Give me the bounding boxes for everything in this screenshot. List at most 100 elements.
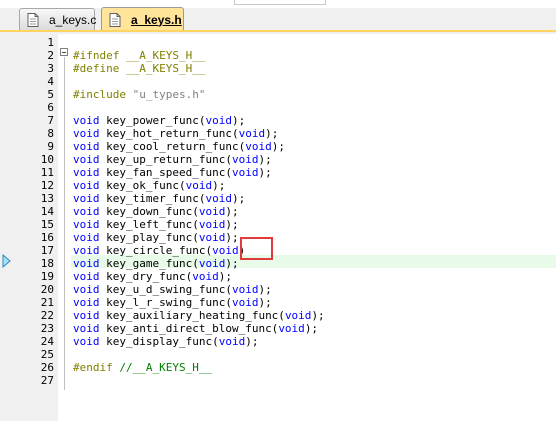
code-token: key_display_func( xyxy=(99,335,219,348)
code-token: void xyxy=(231,283,259,296)
code-text: void key_ok_func(void); xyxy=(73,179,225,192)
code-token: void xyxy=(218,335,246,348)
code-text: void key_play_func(void); xyxy=(73,231,239,244)
code-line[interactable]: 12 void key_ok_func(void); xyxy=(0,179,556,192)
code-token: void xyxy=(73,231,100,244)
code-line[interactable]: 23 void key_anti_direct_blow_func(void); xyxy=(0,322,556,335)
code-token: void xyxy=(212,244,239,257)
code-line[interactable]: 18 void key_game_func(void); xyxy=(0,257,556,270)
code-token: ); xyxy=(231,114,246,127)
code-token: key_l_r_swing_func( xyxy=(99,296,232,309)
code-line[interactable]: 19 void key_dry_func(void); xyxy=(0,270,556,283)
code-text: void key_fan_speed_func(void); xyxy=(73,166,272,179)
code-token: void xyxy=(73,192,100,205)
code-token: void xyxy=(198,205,226,218)
code-text: void key_power_func(void); xyxy=(73,114,245,127)
code-line[interactable]: 22 void key_auxiliary_heating_func(void); xyxy=(0,309,556,322)
code-token: void xyxy=(205,114,232,127)
code-token: key_fan_speed_func( xyxy=(99,166,232,179)
code-line[interactable]: 27 xyxy=(0,374,556,387)
code-line[interactable]: 24 void key_display_func(void); xyxy=(0,335,556,348)
line-number: 5 xyxy=(47,88,54,101)
code-line[interactable]: 16 void key_play_func(void); xyxy=(0,231,556,244)
line-number: 8 xyxy=(47,127,54,140)
line-number: 9 xyxy=(47,140,54,153)
code-token: ); xyxy=(258,283,272,296)
code-line[interactable]: 20 void key_u_d_swing_func(void); xyxy=(0,283,556,296)
code-line[interactable]: 17 void key_circle_func(void) xyxy=(0,244,556,257)
code-token: ); xyxy=(311,309,325,322)
code-token: key_up_return_func( xyxy=(99,153,232,166)
code-token: void xyxy=(73,309,100,322)
code-line[interactable]: 4 xyxy=(0,75,556,88)
code-line[interactable]: 7 void key_power_func(void); xyxy=(0,114,556,127)
line-number: 19 xyxy=(40,270,54,283)
code-line[interactable]: 10 void key_up_return_func(void); xyxy=(0,153,556,166)
code-line[interactable]: 11 void key_fan_speed_func(void); xyxy=(0,166,556,179)
tab-a-keys-h[interactable]: a_keys.h xyxy=(101,7,184,31)
code-token: void xyxy=(73,114,100,127)
code-text: void key_game_func(void); xyxy=(73,257,239,270)
code-token: key_circle_func( xyxy=(99,244,213,257)
code-token: void xyxy=(192,270,219,283)
code-line[interactable]: 3 #define __A_KEYS_H__ xyxy=(0,62,556,75)
code-token: key_anti_direct_blow_func( xyxy=(99,322,279,335)
code-token: key_hot_return_func( xyxy=(99,127,239,140)
code-line[interactable]: 9 void key_cool_return_func(void); xyxy=(0,140,556,153)
document-icon xyxy=(27,12,39,27)
window-fragment xyxy=(234,0,326,5)
code-token: void xyxy=(198,218,226,231)
code-token: ); xyxy=(265,127,279,140)
code-token: key_ok_func( xyxy=(99,179,186,192)
code-line[interactable]: 2 #ifndef __A_KEYS_H__ xyxy=(0,49,556,62)
code-text: #include "u_types.h" xyxy=(73,88,205,101)
line-number: 16 xyxy=(40,231,54,244)
code-token: ); xyxy=(218,270,232,283)
code-token: ); xyxy=(212,179,226,192)
code-line[interactable]: 13 void key_timer_func(void); xyxy=(0,192,556,205)
code-line[interactable]: 21 void key_l_r_swing_func(void); xyxy=(0,296,556,309)
code-line[interactable]: 25 xyxy=(0,348,556,361)
code-token: void xyxy=(73,205,100,218)
code-text: #define __A_KEYS_H__ xyxy=(73,62,205,75)
line-number: 13 xyxy=(40,192,54,205)
code-token: key_power_func( xyxy=(99,114,206,127)
code-token: ); xyxy=(225,257,239,270)
document-icon xyxy=(109,12,121,27)
code-token: void xyxy=(73,179,100,192)
code-line[interactable]: 14 void key_down_func(void); xyxy=(0,205,556,218)
code-token: key_dry_func( xyxy=(99,270,193,283)
code-token: ); xyxy=(304,322,319,335)
code-token: void xyxy=(73,140,100,153)
code-text: void key_anti_direct_blow_func(void); xyxy=(73,322,318,335)
code-editor[interactable]: 1 2 #ifndef __A_KEYS_H__ 3 #define __A_KEYS_… xyxy=(0,34,556,421)
code-line[interactable]: 1 xyxy=(0,36,556,49)
code-text: void key_dry_func(void); xyxy=(73,270,232,283)
code-token: key_game_func( xyxy=(99,257,199,270)
line-number: 17 xyxy=(40,244,54,257)
tab-label: a_keys.h xyxy=(131,12,182,27)
code-text: void key_up_return_func(void); xyxy=(73,153,272,166)
code-line[interactable]: 5 #include "u_types.h" xyxy=(0,88,556,101)
code-line[interactable]: 15 void key_left_func(void); xyxy=(0,218,556,231)
code-token: void xyxy=(231,153,259,166)
code-line[interactable]: 6 xyxy=(0,101,556,114)
code-token: key_cool_return_func( xyxy=(99,140,246,153)
code-text: void key_down_func(void); xyxy=(73,205,239,218)
code-token: void xyxy=(73,153,100,166)
code-token: ); xyxy=(258,166,272,179)
tab-a-keys-c[interactable]: a_keys.c xyxy=(19,8,96,30)
code-token: key_down_func( xyxy=(99,205,199,218)
code-token: void xyxy=(73,244,100,257)
code-token: ); xyxy=(225,231,239,244)
line-number: 23 xyxy=(40,322,54,335)
line-number: 1 xyxy=(47,36,54,49)
code-token: void xyxy=(73,257,100,270)
code-token: void xyxy=(73,296,100,309)
annotation-highlight-box xyxy=(240,237,273,260)
code-line[interactable]: 26 #endif //__A_KEYS_H__ xyxy=(0,361,556,374)
code-token: void xyxy=(278,322,305,335)
code-line[interactable]: 8 void key_hot_return_func(void); xyxy=(0,127,556,140)
code-token: void xyxy=(73,322,100,335)
code-token: #ifndef __A_KEYS_H__ xyxy=(73,49,206,62)
